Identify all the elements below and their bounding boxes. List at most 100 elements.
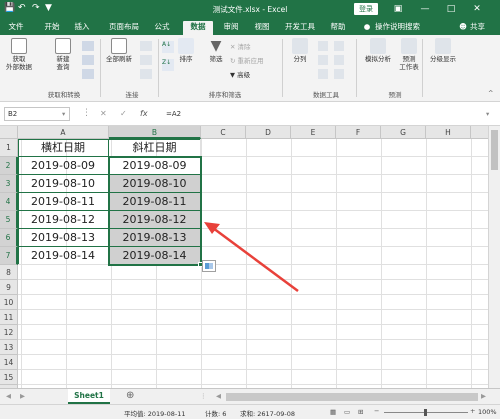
vertical-scrollbar[interactable] <box>488 126 500 388</box>
collapse-ribbon-icon[interactable]: ^ <box>488 89 493 97</box>
data-validation-icon[interactable] <box>318 69 328 79</box>
sort-label: 排序 <box>179 55 193 63</box>
zoom-slider-thumb[interactable] <box>424 409 427 416</box>
login-button[interactable]: 登录 <box>354 3 378 15</box>
ribbon-separator <box>158 39 159 97</box>
group-label-sort-filter: 排序和筛选 <box>208 91 242 99</box>
insert-function-icon[interactable]: fx <box>140 109 148 118</box>
formula-input[interactable]: =A2 <box>166 110 181 118</box>
tab-formulas[interactable]: 公式 <box>150 21 174 35</box>
sort-za-icon[interactable]: Z↓ <box>162 59 174 71</box>
what-if-icon <box>370 38 386 54</box>
from-table-icon[interactable] <box>82 55 94 65</box>
text-to-columns-icon <box>292 38 308 54</box>
hscroll-right-icon[interactable]: ▶ <box>481 392 486 400</box>
tab-data[interactable]: 数据 <box>183 21 213 35</box>
tab-file[interactable]: 文件 <box>4 21 28 35</box>
title-bar: 💾 ↶ ↷ ▼ 测试文件.xlsx - Excel 登录 ▣ — □ ✕ <box>0 0 500 18</box>
edit-links-icon[interactable] <box>140 69 152 79</box>
consolidate-icon[interactable] <box>334 41 344 51</box>
annotation-arrow <box>204 222 299 293</box>
sheet-tab-sheet1[interactable]: Sheet1 <box>68 389 110 404</box>
outline-button[interactable]: 分级显示 <box>426 38 460 63</box>
tell-me-search[interactable]: 操作说明搜索 <box>375 21 431 35</box>
manage-data-model-icon[interactable] <box>334 69 344 79</box>
enter-icon[interactable]: ✓ <box>120 109 127 118</box>
get-external-data-button[interactable]: 获取 外部数据 <box>4 38 34 71</box>
horizontal-scrollbar[interactable] <box>226 393 478 401</box>
more-icon: ⋮ <box>82 108 91 118</box>
next-sheet-icon[interactable]: ▶ <box>20 392 25 400</box>
properties-icon[interactable] <box>140 55 152 65</box>
ribbon-separator <box>422 39 423 97</box>
ribbon-separator <box>100 39 101 97</box>
page-layout-view-icon[interactable]: ▭ <box>344 408 350 416</box>
reapply-button: ↻ 重新应用 <box>230 57 264 65</box>
split-label: 分列 <box>293 55 307 63</box>
forecast-sheet-label: 预测 工作表 <box>399 55 419 71</box>
flash-fill-icon[interactable] <box>318 41 328 51</box>
refresh-all-label: 全部刷新 <box>106 55 132 63</box>
tab-insert[interactable]: 插入 <box>70 21 94 35</box>
show-queries-icon[interactable] <box>82 41 94 51</box>
status-sum: 求和: 2617-09-08 <box>240 410 296 418</box>
advanced-filter-button[interactable]: ▼ 高级 <box>230 69 250 79</box>
sort-icon <box>178 38 194 54</box>
status-average: 平均值: 2019-08-11 <box>124 410 186 418</box>
more-sheets-icon: ⋮ <box>200 392 207 400</box>
sort-az-icon[interactable]: A↓ <box>162 41 174 53</box>
zoom-out-icon[interactable]: − <box>374 407 379 415</box>
ribbon-options-icon[interactable]: ▣ <box>391 2 405 16</box>
get-external-data-label: 获取 外部数据 <box>6 55 32 71</box>
normal-view-icon[interactable]: ▦ <box>330 408 336 416</box>
connections-icon[interactable] <box>140 41 152 51</box>
refresh-all-button[interactable]: 全部刷新 <box>104 38 134 63</box>
group-label-connections: 连接 <box>125 91 139 99</box>
group-label-data-tools: 数据工具 <box>313 91 339 99</box>
outline-label: 分级显示 <box>430 55 456 63</box>
name-box[interactable]: B2 <box>4 107 70 121</box>
minimize-icon[interactable]: — <box>418 2 432 16</box>
hscroll-left-icon[interactable]: ◀ <box>216 392 221 400</box>
tab-home[interactable]: 开始 <box>40 21 64 35</box>
prev-sheet-icon[interactable]: ◀ <box>6 392 11 400</box>
zoom-in-icon[interactable]: + <box>470 407 475 415</box>
ribbon-separator <box>356 39 357 97</box>
clear-label: 清除 <box>237 43 251 51</box>
scroll-thumb[interactable] <box>491 130 498 170</box>
ribbon: 获取 外部数据 新建 查询 获取和转换 全部刷新 连接 A↓ Z↓ 排序 ▼ 筛… <box>0 35 500 102</box>
filter-button[interactable]: ▼ 筛选 <box>206 38 226 63</box>
share-icon[interactable]: ☻ <box>458 21 468 35</box>
remove-duplicates-icon[interactable] <box>318 55 328 65</box>
text-to-columns-button[interactable]: 分列 <box>288 38 312 63</box>
close-icon[interactable]: ✕ <box>470 2 484 16</box>
restore-icon[interactable]: □ <box>444 2 458 16</box>
tab-view[interactable]: 视图 <box>250 21 274 35</box>
lightbulb-icon[interactable]: ● <box>362 21 372 35</box>
tab-help[interactable]: 帮助 <box>326 21 350 35</box>
outline-icon <box>435 38 451 54</box>
database-icon <box>11 38 27 54</box>
worksheet-grid[interactable]: A B C D E F G H 1 2 3 4 5 6 7 8 9 10 11 … <box>0 126 488 388</box>
expand-formula-bar-icon[interactable]: ▾ <box>486 110 489 118</box>
ribbon-tabs: 文件 开始 插入 页面布局 公式 数据 审阅 视图 开发工具 帮助 ● 操作说明… <box>0 18 500 35</box>
share-button[interactable]: 共享 <box>470 21 494 35</box>
group-label-forecast: 预测 <box>388 91 402 99</box>
advanced-label: 高级 <box>237 71 251 79</box>
what-if-analysis-button[interactable]: 模拟分析 <box>360 38 396 63</box>
name-box-dropdown-icon[interactable]: ▾ <box>62 110 65 118</box>
relationships-icon[interactable] <box>334 55 344 65</box>
tab-page-layout[interactable]: 页面布局 <box>104 21 144 35</box>
formula-bar: B2 ▾ ⋮ ✕ ✓ fx =A2 ▾ <box>0 102 500 126</box>
new-query-button[interactable]: 新建 查询 <box>50 38 76 71</box>
cancel-icon[interactable]: ✕ <box>100 109 107 118</box>
page-break-view-icon[interactable]: ⊞ <box>358 408 363 416</box>
recent-sources-icon[interactable] <box>82 69 94 79</box>
zoom-level[interactable]: 100% <box>478 408 497 416</box>
add-sheet-icon[interactable]: ⊕ <box>126 390 134 401</box>
forecast-sheet-button[interactable]: 预测 工作表 <box>396 38 422 71</box>
filter-funnel-icon: ▼ <box>210 38 222 54</box>
sort-button[interactable]: 排序 <box>176 38 196 63</box>
tab-developer[interactable]: 开发工具 <box>280 21 320 35</box>
tab-review[interactable]: 审阅 <box>219 21 243 35</box>
